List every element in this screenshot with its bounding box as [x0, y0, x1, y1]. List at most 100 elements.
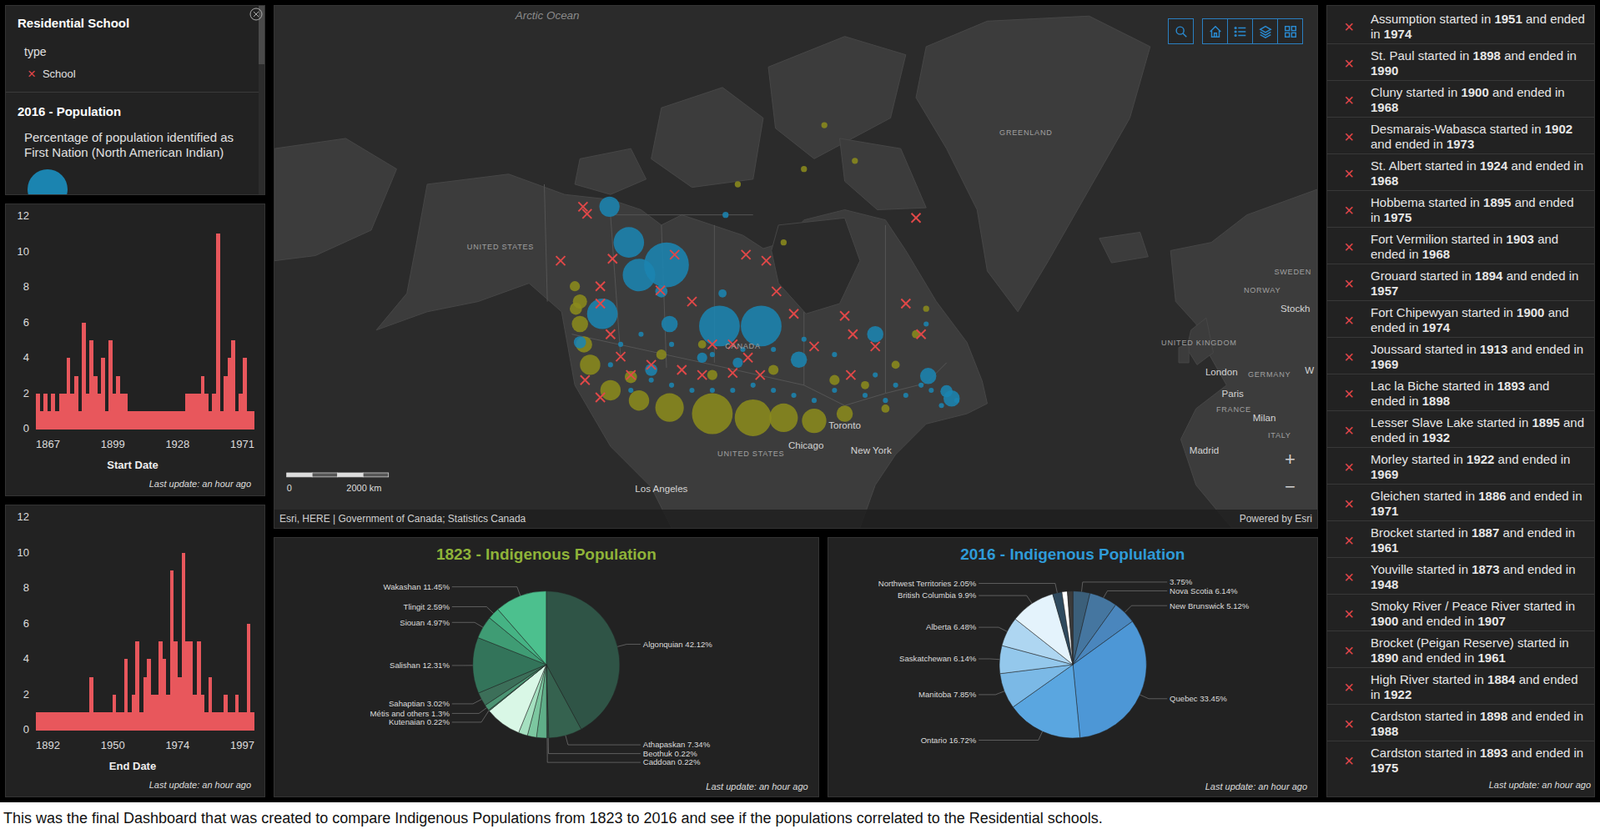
population-circle[interactable] [821, 121, 828, 128]
population-circle[interactable] [769, 403, 798, 433]
population-circle[interactable] [669, 382, 675, 388]
school-marker[interactable] [761, 256, 771, 266]
layers-button[interactable] [1252, 18, 1278, 45]
school-list-item[interactable]: ×Cardston started in 1893 and ended in 1… [1327, 741, 1595, 775]
population-circle[interactable] [740, 305, 782, 347]
population-circle[interactable] [598, 196, 619, 217]
population-circle[interactable] [709, 387, 715, 393]
population-circle[interactable] [768, 364, 779, 375]
population-circle[interactable] [862, 392, 868, 398]
school-marker[interactable] [741, 250, 751, 260]
population-circle[interactable] [811, 397, 817, 403]
school-marker[interactable] [916, 329, 926, 339]
school-list-item[interactable]: ×St. Albert started in 1924 and ended in… [1327, 154, 1595, 192]
population-circle[interactable] [661, 316, 679, 333]
school-marker[interactable] [743, 352, 753, 363]
school-marker[interactable] [595, 299, 605, 309]
population-circle[interactable] [954, 397, 960, 403]
population-circle[interactable] [893, 382, 899, 388]
population-circle[interactable] [669, 342, 675, 348]
school-marker[interactable] [616, 352, 626, 362]
population-circle[interactable] [722, 211, 729, 218]
school-marker[interactable] [707, 339, 717, 349]
population-circle[interactable] [689, 387, 695, 393]
population-circle[interactable] [729, 387, 735, 393]
population-circle[interactable] [638, 332, 644, 338]
school-marker[interactable] [755, 370, 765, 380]
school-marker[interactable] [697, 370, 707, 380]
pie-slice[interactable] [498, 590, 547, 665]
population-circle[interactable] [622, 258, 655, 292]
population-circle[interactable] [770, 347, 776, 353]
school-list-item[interactable]: ×Desmarais-Wabasca started in 1902 and e… [1327, 117, 1595, 155]
home-button[interactable] [1202, 18, 1228, 45]
school-list-item[interactable]: ×Joussard started in 1913 and ended in 1… [1327, 337, 1595, 375]
population-circle[interactable] [872, 372, 878, 378]
school-list-item[interactable]: ×Smoky River / Peace River started in 19… [1327, 594, 1595, 632]
school-list-item[interactable]: ×Fort Chipewyan started in 1900 and ende… [1327, 301, 1595, 338]
population-circle[interactable] [928, 387, 934, 393]
school-marker[interactable] [608, 254, 618, 264]
school-list-item[interactable]: ×Cardston started in 1898 and ended in 1… [1327, 704, 1595, 742]
population-circle[interactable] [851, 157, 858, 164]
school-marker[interactable] [605, 329, 615, 339]
population-circle[interactable] [791, 392, 797, 398]
school-marker[interactable] [595, 281, 605, 292]
search-button[interactable] [1167, 18, 1194, 45]
population-circle[interactable] [939, 402, 945, 408]
population-circle[interactable] [624, 371, 638, 384]
school-list-item[interactable]: ×Fort Vermilion started in 1903 and ende… [1327, 227, 1595, 265]
population-circle[interactable] [628, 390, 650, 411]
population-circle[interactable] [608, 362, 614, 368]
zoom-out-button[interactable]: − [1277, 473, 1304, 500]
population-circle[interactable] [709, 352, 715, 358]
school-marker[interactable] [687, 296, 697, 307]
school-list-item[interactable]: ×Lac la Biche started in 1893 and ended … [1327, 374, 1595, 412]
school-list-item[interactable]: ×Morley started in 1922 and ended in 196… [1327, 447, 1595, 485]
school-list-item[interactable]: ×Gleichen started in 1886 and ended in 1… [1327, 484, 1595, 522]
school-marker[interactable] [728, 368, 738, 378]
school-marker[interactable] [580, 375, 590, 385]
population-circle[interactable] [691, 393, 733, 435]
population-circle[interactable] [801, 337, 807, 343]
school-list-item[interactable]: ×Grouard started in 1894 and ended in 19… [1327, 264, 1595, 302]
school-marker[interactable] [771, 286, 781, 297]
school-marker[interactable] [840, 311, 850, 321]
school-marker[interactable] [669, 250, 680, 260]
school-list-item[interactable]: ×High River started in 1884 and ended in… [1327, 668, 1595, 705]
population-circle[interactable] [656, 349, 667, 360]
population-circle[interactable] [699, 305, 740, 347]
population-circle[interactable] [831, 387, 837, 393]
population-circle[interactable] [732, 357, 743, 368]
school-marker[interactable] [809, 342, 819, 352]
population-circle[interactable] [655, 285, 669, 298]
population-circle[interactable] [573, 294, 588, 309]
expand-icon[interactable] [249, 7, 263, 21]
pie-slice[interactable] [546, 664, 582, 738]
school-marker[interactable] [556, 256, 566, 266]
population-circle[interactable] [780, 239, 787, 246]
population-circle[interactable] [800, 166, 807, 172]
school-marker[interactable] [911, 213, 921, 223]
map-panel[interactable]: Arctic OceanGREENLANDUNITED STATESCANADA… [273, 5, 1319, 529]
population-circle[interactable] [866, 326, 884, 343]
population-circle[interactable] [569, 281, 580, 292]
school-list-item[interactable]: ×Hobbema started in 1895 and ended in 19… [1327, 191, 1595, 228]
population-circle[interactable] [829, 375, 840, 386]
population-circle[interactable] [600, 380, 621, 401]
population-circle[interactable] [881, 404, 891, 413]
population-circle[interactable] [734, 181, 741, 187]
population-circle[interactable] [770, 387, 776, 393]
population-circle[interactable] [734, 399, 772, 437]
school-list-item[interactable]: ×Brocket started in 1887 and ended in 19… [1327, 521, 1595, 559]
scrollbar[interactable] [258, 5, 265, 195]
school-marker[interactable] [677, 365, 687, 375]
population-circle[interactable] [831, 352, 837, 358]
school-marker[interactable] [870, 342, 881, 352]
population-circle[interactable] [801, 408, 826, 433]
population-circle[interactable] [918, 382, 924, 388]
population-circle[interactable] [707, 369, 718, 380]
school-marker[interactable] [626, 370, 636, 380]
population-circle[interactable] [882, 397, 888, 403]
population-circle[interactable] [573, 336, 587, 349]
